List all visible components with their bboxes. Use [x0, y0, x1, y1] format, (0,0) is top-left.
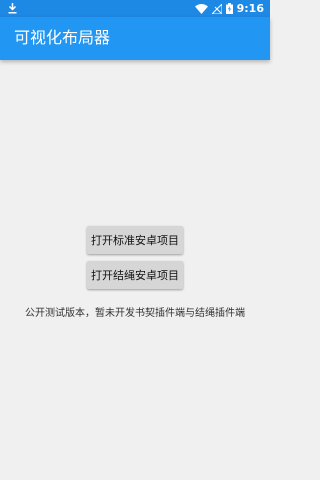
- open-jieshen-android-project-button[interactable]: 打开结绳安卓项目: [87, 261, 183, 289]
- status-bar: 9:16: [0, 0, 270, 17]
- app-title: 可视化布局器: [14, 28, 111, 47]
- status-right: 9:16: [194, 0, 264, 18]
- button-label: 打开结绳安卓项目: [91, 269, 179, 282]
- app-bar: 可视化布局器: [0, 17, 270, 60]
- battery-icon: [225, 0, 233, 18]
- signal-icon: [210, 0, 223, 18]
- status-left: [8, 1, 17, 16]
- navigation-bar: [0, 462, 270, 480]
- button-label: 打开标准安卓项目: [91, 234, 179, 247]
- wifi-icon: [194, 0, 208, 18]
- open-standard-android-project-button[interactable]: 打开标准安卓项目: [87, 226, 183, 254]
- beta-notice-text: 公开测试版本，暂未开发书契插件端与结绳插件端: [25, 308, 245, 319]
- status-time: 9:16: [236, 2, 264, 15]
- download-icon: [8, 0, 17, 18]
